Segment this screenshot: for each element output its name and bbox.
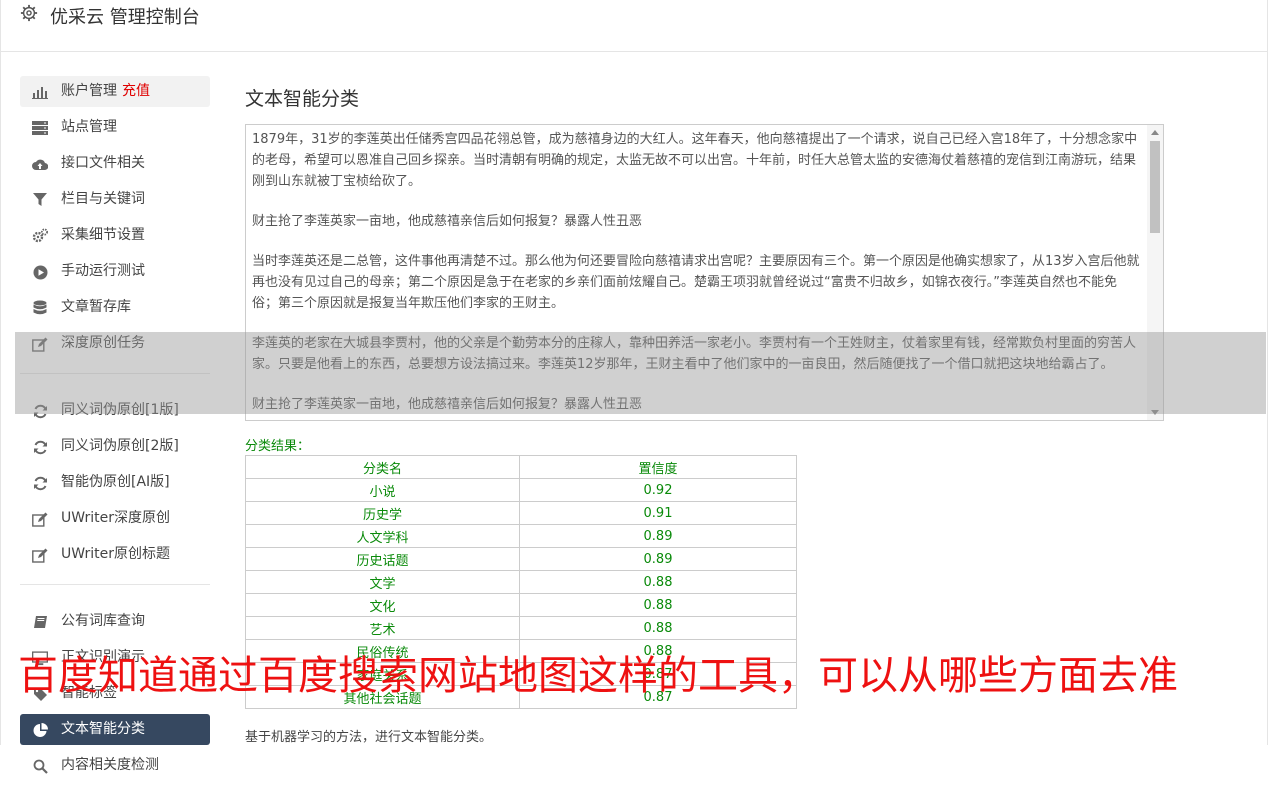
sidebar-item-uwriter-title[interactable]: UWriter原创标题 — [20, 539, 210, 570]
category-cell: 文学 — [245, 570, 520, 594]
overlay-banner-text: 百度知道通过百度搜索网站地图这样的工具，可以从哪些方面去准 — [18, 653, 1178, 699]
sidebar-item-collect-settings[interactable]: 采集细节设置 — [20, 220, 210, 251]
scroll-thumb[interactable] — [1150, 141, 1160, 233]
confidence-cell: 0.89 — [519, 524, 797, 548]
table-row: 小说 0.92 — [245, 478, 797, 502]
refresh-icon — [32, 475, 48, 491]
sidebar-item-label: 接口文件相关 — [61, 155, 145, 171]
table-row: 历史学 0.91 — [245, 501, 797, 525]
category-cell: 历史话题 — [245, 547, 520, 571]
sidebar-item-label: 内容相关度检测 — [61, 757, 159, 773]
category-cell: 小说 — [245, 478, 520, 502]
pie-chart-icon — [32, 722, 48, 738]
table-row: 文学 0.88 — [245, 570, 797, 594]
text-paragraph: 当时李莲英还是二总管，这件事他再清楚不过。那么他为何还要冒险向慈禧请求出宫呢？主… — [252, 254, 1140, 311]
header: 优采云 管理控制台 — [0, 0, 1268, 52]
confidence-cell: 0.88 — [519, 616, 797, 640]
sidebar-item-text-classification[interactable]: 文本智能分类 — [20, 714, 210, 745]
sidebar-item-article-storage[interactable]: 文章暂存库 — [20, 292, 210, 323]
sidebar-item-manual-run[interactable]: 手动运行测试 — [20, 256, 210, 287]
confidence-cell: 0.92 — [519, 478, 797, 502]
sidebar-item-label: 账户管理 — [61, 83, 117, 99]
table-row: 历史话题 0.89 — [245, 547, 797, 571]
edit-icon — [32, 547, 48, 563]
gray-overlay-band — [15, 332, 1266, 414]
database-icon — [32, 300, 48, 316]
text-paragraph: 1879年，31岁的李莲英出任储秀宫四品花翎总管，成为慈禧身边的大红人。这年春天… — [252, 132, 1138, 189]
sidebar-item-relevance-check[interactable]: 内容相关度检测 — [20, 750, 210, 781]
edit-icon — [32, 511, 48, 527]
filter-icon — [32, 192, 48, 208]
sidebar-item-uwriter-deep[interactable]: UWriter深度原创 — [20, 503, 210, 534]
sidebar-item-sites[interactable]: 站点管理 — [20, 112, 210, 143]
table-header-row: 分类名 置信度 — [245, 455, 797, 479]
cogs-icon — [32, 228, 48, 244]
column-header-confidence: 置信度 — [519, 455, 797, 479]
sidebar-item-label: 同义词伪原创[2版] — [61, 438, 179, 454]
sidebar-item-columns-keywords[interactable]: 栏目与关键词 — [20, 184, 210, 215]
category-cell: 文化 — [245, 593, 520, 617]
sidebar-item-label: 采集细节设置 — [61, 227, 145, 243]
sidebar-item-account[interactable]: 账户管理 充值 — [20, 76, 210, 107]
scroll-up-icon[interactable] — [1151, 130, 1159, 135]
sidebar-item-label: 站点管理 — [61, 119, 117, 135]
sidebar-item-label: UWriter原创标题 — [61, 546, 170, 562]
bar-chart-icon — [32, 84, 48, 100]
sidebar-item-label: 栏目与关键词 — [61, 191, 145, 207]
sidebar-item-label: 公有词库查询 — [61, 613, 145, 629]
refresh-icon — [32, 439, 48, 455]
play-circle-icon — [32, 264, 48, 280]
recharge-link[interactable]: 充值 — [122, 83, 150, 99]
sidebar-item-label: 智能伪原创[AI版] — [61, 474, 170, 490]
confidence-cell: 0.91 — [519, 501, 797, 525]
column-header-category: 分类名 — [245, 455, 520, 479]
category-cell: 艺术 — [245, 616, 520, 640]
result-label: 分类结果： — [245, 439, 311, 454]
footer-note: 基于机器学习的方法，进行文本智能分类。 — [245, 730, 493, 745]
sidebar-item-label: 文本智能分类 — [61, 721, 145, 737]
table-row: 文化 0.88 — [245, 593, 797, 617]
book-icon — [32, 614, 48, 630]
cloud-upload-icon — [32, 156, 48, 172]
sidebar-item-label: 文章暂存库 — [61, 299, 131, 315]
app-title: 优采云 管理控制台 — [50, 7, 200, 28]
sidebar-item-interface-files[interactable]: 接口文件相关 — [20, 148, 210, 179]
category-cell: 人文学科 — [245, 524, 520, 548]
text-paragraph: 财主抢了李莲英家一亩地，他成慈禧亲信后如何报复？暴露人性丑恶 — [252, 214, 643, 229]
sidebar-item-smart-ai[interactable]: 智能伪原创[AI版] — [20, 467, 210, 498]
page-title: 文本智能分类 — [245, 88, 360, 110]
sidebar-item-public-lexicon[interactable]: 公有词库查询 — [20, 606, 210, 637]
table-row: 艺术 0.88 — [245, 616, 797, 640]
confidence-cell: 0.88 — [519, 570, 797, 594]
sidebar-divider — [20, 584, 210, 585]
search-icon — [32, 758, 48, 774]
confidence-cell: 0.88 — [519, 593, 797, 617]
server-icon — [32, 120, 48, 136]
confidence-cell: 0.89 — [519, 547, 797, 571]
sidebar-item-label: UWriter深度原创 — [61, 510, 170, 526]
sidebar-item-label: 手动运行测试 — [61, 263, 145, 279]
table-row: 人文学科 0.89 — [245, 524, 797, 548]
gear-icon — [20, 4, 38, 22]
category-cell: 历史学 — [245, 501, 520, 525]
sidebar-item-synonym-v2[interactable]: 同义词伪原创[2版] — [20, 431, 210, 462]
